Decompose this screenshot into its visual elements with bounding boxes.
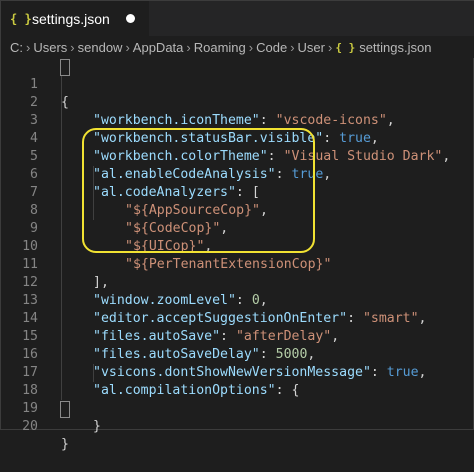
breadcrumb: C: › Users › sendow › AppData › Roaming …: [1, 36, 474, 58]
json-file-icon: { }: [10, 11, 32, 26]
chevron-right-icon: ›: [186, 39, 191, 55]
line-number: 20: [22, 419, 38, 434]
breadcrumb-item[interactable]: AppData: [133, 40, 184, 55]
code-line: 13 "editor.acceptSuggestionOnEnter": "sm…: [1, 274, 474, 326]
breadcrumb-item[interactable]: User: [298, 40, 325, 55]
code-line: 16 "vsicons.dontShowNewVersionMessage": …: [1, 328, 474, 380]
tab-settings-json[interactable]: { } settings.json: [1, 1, 149, 36]
breadcrumb-item[interactable]: C:: [10, 40, 23, 55]
editor-window: { } settings.json C: › Users › sendow › …: [0, 0, 474, 452]
code-line: 19 }: [1, 382, 474, 434]
code-line: 3 "workbench.statusBar.visible": true,: [1, 94, 474, 146]
breadcrumb-item[interactable]: Users: [33, 40, 67, 55]
code-line: 18: [1, 364, 474, 398]
json-file-icon: { }: [335, 40, 356, 54]
tab-bar: { } settings.json: [1, 1, 474, 36]
breadcrumb-file[interactable]: settings.json: [359, 40, 431, 55]
tab-label: settings.json: [32, 10, 110, 27]
breadcrumb-item[interactable]: Code: [256, 40, 287, 55]
highlight-annotation: [82, 128, 315, 253]
breadcrumb-item[interactable]: sendow: [78, 40, 123, 55]
chevron-right-icon: ›: [26, 39, 31, 55]
code-editor[interactable]: 1 { 2 "workbench.iconTheme": "vscode-ico…: [1, 58, 474, 452]
code-line: 1 {: [1, 58, 474, 110]
code-line: 15 "files.autoSaveDelay": 5000,: [1, 310, 474, 362]
chevron-right-icon: ›: [327, 39, 333, 55]
code-text: }: [61, 437, 69, 452]
code-line: 14 "files.autoSave": "afterDelay",: [1, 292, 474, 344]
chevron-right-icon: ›: [290, 39, 295, 55]
code-line: 2 "workbench.iconTheme": "vscode-icons",: [1, 76, 474, 128]
chevron-right-icon: ›: [248, 39, 254, 55]
unsaved-dot-icon[interactable]: [126, 14, 135, 23]
chevron-right-icon: ›: [125, 39, 130, 55]
code-line: 17 "al.compilationOptions": {: [1, 346, 474, 398]
code-line: 12 "window.zoomLevel": 0,: [1, 256, 474, 308]
breadcrumb-item[interactable]: Roaming: [194, 40, 246, 55]
code-line: 20 }: [1, 400, 474, 452]
chevron-right-icon: ›: [70, 39, 75, 55]
code-text: }: [93, 419, 101, 434]
